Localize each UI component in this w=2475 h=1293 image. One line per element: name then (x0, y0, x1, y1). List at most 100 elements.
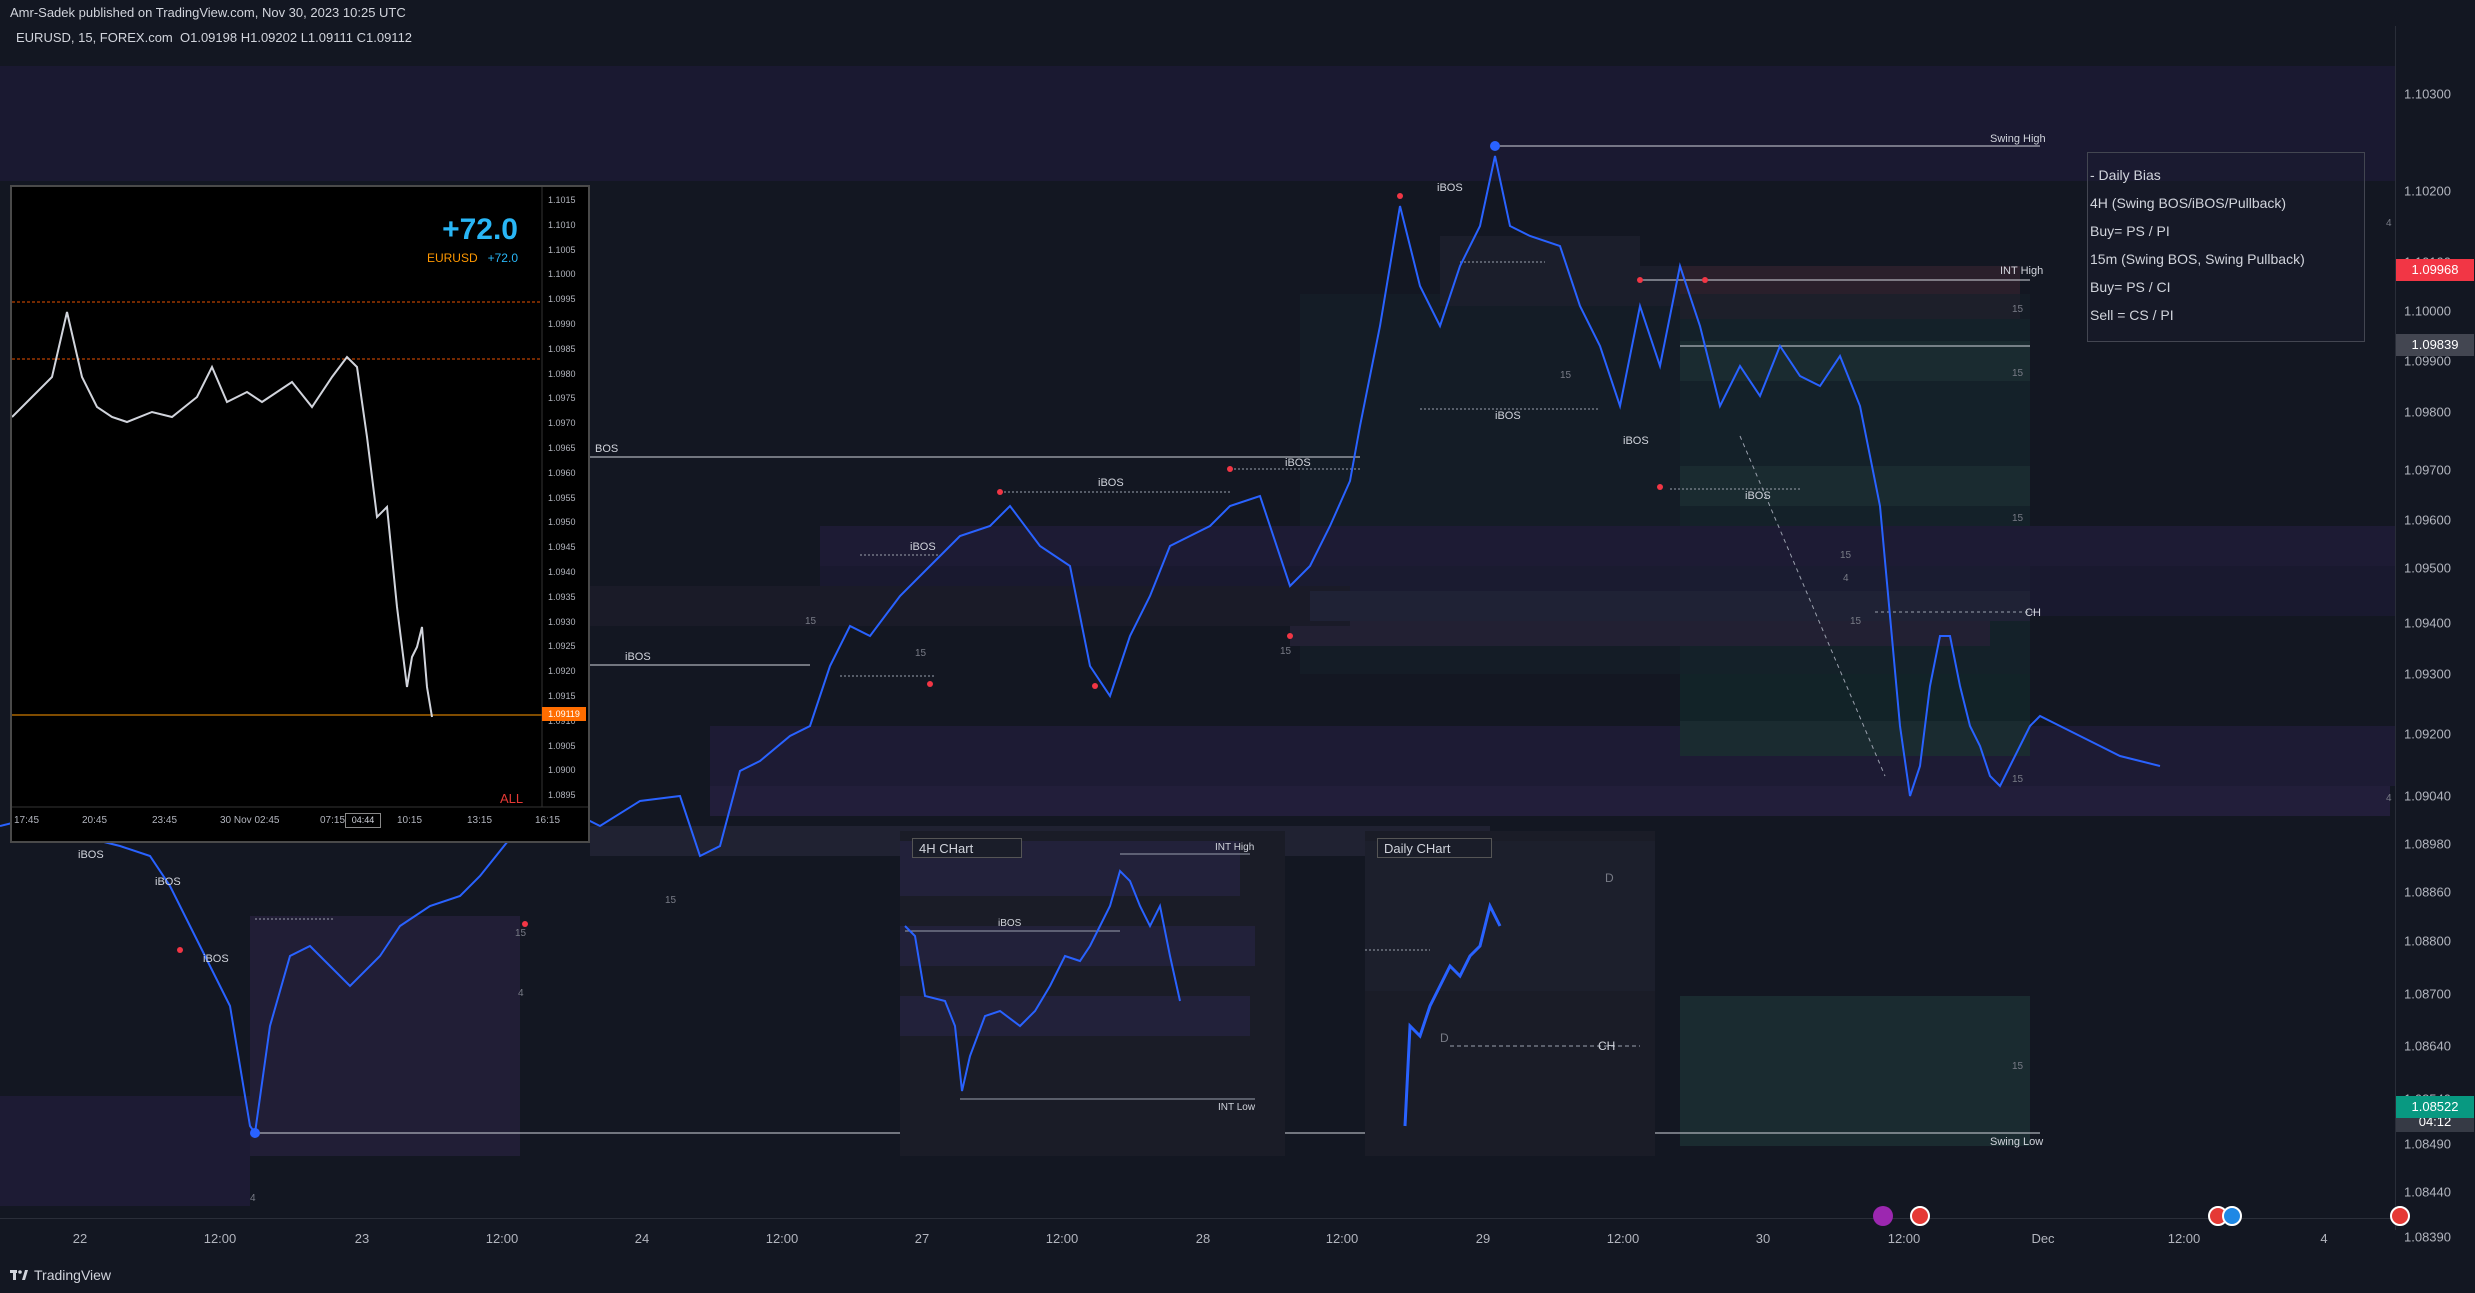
price-badge: 1.09968 (2396, 259, 2474, 281)
tf-label-18: 4 (2386, 793, 2392, 804)
inset-time-label: 17:45 (14, 815, 40, 826)
inset-current-price: 1.09119 (542, 707, 586, 721)
tf-label-8: 15 (1850, 616, 1862, 627)
bias-line-4: 15m (Swing BOS, Swing Pullback) (2090, 251, 2305, 267)
time-label: 12:00 (1887, 1231, 1921, 1246)
tf-label-13: 15 (515, 928, 527, 939)
inset-price-label: 1.0955 (548, 492, 576, 503)
time-label: 12:00 (765, 1231, 799, 1246)
inset-time-label: 10:15 (397, 815, 423, 826)
inset-time-label: 16:15 (535, 815, 561, 826)
inset-price-label: 1.0920 (548, 666, 576, 677)
inset-price-label: 1.0975 (548, 393, 576, 404)
bias-line-6: Sell = CS / PI (2090, 307, 2174, 323)
bias-line-5: Buy= PS / CI (2090, 279, 2171, 295)
price-label: 1.09200 (2404, 726, 2451, 742)
inset-symbol: EURUSD (426, 251, 478, 265)
ibos-label-10: iBOS (155, 876, 181, 888)
price-label: 1.08390 (2404, 1229, 2451, 1244)
inset-time-label: 20:45 (82, 815, 108, 826)
price-label: 1.09040 (2404, 788, 2451, 803)
int-high-label: INT High (2000, 265, 2043, 277)
inset-time-label: 07:15 (320, 815, 346, 826)
us-flag-icon-3[interactable] (2390, 1206, 2410, 1226)
inset-time-label: 30 Nov 02:45 (220, 815, 280, 826)
inset-chart (12, 187, 588, 808)
price-label: 1.08800 (2404, 933, 2451, 949)
swing-low-label: Swing Low (1990, 1136, 2043, 1148)
tf-label-6: 15 (1560, 370, 1572, 381)
swing-high-label: Swing High (1990, 133, 2046, 145)
price-label: 1.10300 (2404, 86, 2451, 101)
inset-time-label: 13:15 (467, 815, 493, 826)
daily-bias-box: - Daily Bias 4H (Swing BOS/iBOS/Pullback… (2087, 152, 2365, 342)
inset-price-label: 1.0930 (548, 616, 576, 627)
time-label: 29 (1475, 1231, 1491, 1246)
tf-label-12: 15 (665, 895, 677, 906)
time-label: 4 (2320, 1231, 2328, 1246)
ibos-label-1: iBOS (625, 651, 651, 663)
price-badge: 1.09839 (2396, 334, 2474, 356)
h4-int-low-label: INT Low (1218, 1102, 1256, 1113)
price-label: 1.10000 (2404, 303, 2451, 319)
ibos-label-8: iBOS (1745, 490, 1771, 502)
price-label: 1.08860 (2404, 884, 2451, 899)
daily-ch-label: CH (1598, 1039, 1615, 1053)
inset-price-label: 1.0895 (548, 790, 576, 801)
footer-brand: TradingView (34, 1267, 112, 1283)
ibos-label-7: iBOS (1623, 435, 1649, 447)
tf-label-9: 15 (1280, 646, 1292, 657)
inset-price-label: 1.1015 (548, 195, 576, 205)
inset-price-label: 1.0915 (548, 691, 576, 701)
inset-price-label: 1.0990 (548, 319, 576, 329)
inset-price-label: 1.0995 (548, 294, 576, 305)
time-label: 28 (1195, 1231, 1211, 1246)
time-label: 12:00 (1045, 1231, 1079, 1246)
time-label: Dec (2031, 1231, 2055, 1246)
ibos-label-6: iBOS (1495, 410, 1521, 422)
inset-price-label: 1.0970 (548, 418, 576, 429)
chart-legend: EURUSD, 15, FOREX.com O1.09198 H1.09202 … (16, 30, 412, 45)
price-label: 1.09700 (2404, 462, 2451, 478)
inset-symbol-row: EURUSD +72.0 (427, 251, 518, 265)
tradingview-logo-icon (10, 1270, 28, 1280)
time-label: 12:00 (485, 1231, 519, 1246)
legend-ohlc: O1.09198 H1.09202 L1.09111 C1.09112 (180, 30, 413, 45)
eu-flag-icon[interactable] (2222, 1206, 2242, 1226)
inset-price-label: 1.1000 (548, 269, 576, 280)
tf-label-10: 15 (915, 648, 927, 659)
tf-label-3: 15 (2012, 513, 2024, 524)
time-label: 27 (914, 1231, 930, 1246)
publish-header: Amr-Sadek published on TradingView.com, … (0, 0, 2475, 26)
daily-chart-panel: CH D D (1365, 831, 1655, 1156)
price-label: 1.09300 (2404, 666, 2451, 682)
time-label: 12:00 (1325, 1231, 1359, 1246)
ibos-label-5: iBOS (1437, 182, 1463, 194)
tf-label-14: 4 (518, 988, 524, 999)
us-flag-icon[interactable] (1910, 1206, 1930, 1226)
price-label: 1.09500 (2404, 560, 2451, 575)
price-label: 1.09800 (2404, 404, 2451, 419)
ibos-label-3: iBOS (1098, 477, 1124, 489)
tf-label-2: 15 (2012, 368, 2024, 379)
price-label: 1.08640 (2404, 1038, 2451, 1054)
inset-price-label: 1.0985 (548, 343, 576, 354)
footer: TradingView (0, 1258, 2475, 1293)
time-axis[interactable]: 22 12:00 23 12:00 24 12:00 27 12:00 28 12:00 29 12:… (0, 1218, 2395, 1259)
ibos-label-11: iBOS (203, 953, 229, 965)
time-label: 30 (1755, 1231, 1771, 1246)
price-axis[interactable]: 1.103001.102001.101001.100001.099001.098… (2395, 26, 2475, 1244)
price-label: 1.09600 (2404, 512, 2451, 527)
inset-price-label: 1.0900 (548, 765, 576, 776)
lightning-icon[interactable] (1873, 1206, 1893, 1226)
ibos-label-9: iBOS (78, 849, 104, 861)
inset-price-label: 1.0905 (548, 740, 576, 751)
time-label: 12:00 (203, 1231, 237, 1246)
bias-line-3: Buy= PS / PI (2090, 223, 2170, 239)
daily-d-label-2: D (1440, 1031, 1449, 1045)
h4-chart-panel: INT High INT Low iBOS (900, 831, 1285, 1156)
inset-pnl: +72.0 (442, 213, 518, 246)
inset-symbol-value: +72.0 (487, 251, 518, 265)
tf-label-1: 15 (2012, 304, 2024, 315)
daily-d-label-1: D (1605, 871, 1614, 885)
